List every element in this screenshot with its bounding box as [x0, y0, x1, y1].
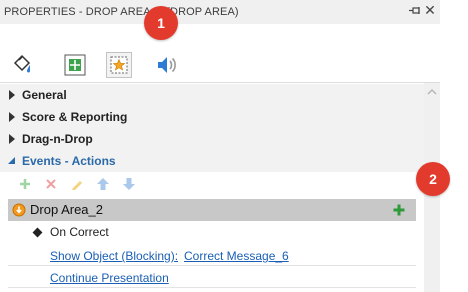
panel-titlebar: PROPERTIES - DROP AREA_2 (DROP AREA) ✕ [0, 0, 440, 24]
add-event-icon[interactable] [392, 203, 406, 217]
section-general[interactable]: General [0, 84, 424, 106]
diamond-bullet-icon [32, 227, 43, 238]
section-label: General [22, 88, 67, 102]
drop-area-icon [12, 203, 26, 217]
properties-toolbar [0, 24, 440, 82]
chevron-right-icon [9, 90, 15, 100]
move-down-icon[interactable] [122, 177, 136, 191]
edit-action-icon[interactable] [70, 177, 84, 191]
section-score-reporting[interactable]: Score & Reporting [0, 106, 424, 128]
chevron-down-icon [8, 157, 15, 164]
audio-icon[interactable] [154, 52, 180, 78]
action-row: Continue Presentation [8, 266, 416, 288]
section-events-actions[interactable]: Events - Actions [0, 150, 424, 172]
callout-badge-1: 1 [144, 6, 178, 40]
event-label: On Correct [50, 225, 109, 239]
action-link[interactable]: Show Object (Blocking): [50, 249, 178, 263]
chevron-right-icon [9, 134, 15, 144]
action-target-link[interactable]: Correct Message_6 [184, 249, 289, 263]
event-row[interactable]: On Correct [8, 221, 416, 243]
section-drag-n-drop[interactable]: Drag-n-Drop [0, 128, 424, 150]
drop-area-row[interactable]: Drop Area_2 [8, 199, 416, 221]
pin-icon[interactable] [408, 4, 422, 18]
properties-panel: PROPERTIES - DROP AREA_2 (DROP AREA) ✕ G… [0, 0, 440, 292]
add-action-icon[interactable] [18, 177, 32, 191]
section-label: Score & Reporting [22, 110, 128, 124]
action-row: Show Object (Blocking): Correct Message_… [8, 244, 416, 266]
section-label: Events - Actions [22, 154, 116, 168]
actions-toolbar [8, 172, 424, 198]
chevron-right-icon [9, 112, 15, 122]
section-label: Drag-n-Drop [22, 132, 93, 146]
fill-icon[interactable] [10, 51, 36, 77]
position-size-icon[interactable] [62, 52, 88, 78]
close-icon[interactable]: ✕ [423, 2, 437, 18]
drop-area-label: Drop Area_2 [30, 202, 103, 217]
panel-title: PROPERTIES - DROP AREA_2 (DROP AREA) [4, 6, 239, 18]
callout-badge-2: 2 [416, 162, 450, 196]
drop-area-properties-tab[interactable] [106, 52, 132, 78]
drop-area-properties-icon [110, 56, 128, 74]
delete-action-icon[interactable] [44, 177, 58, 191]
action-link[interactable]: Continue Presentation [50, 271, 169, 285]
toolbar-divider [0, 82, 440, 83]
scroll-up-icon[interactable] [426, 87, 438, 97]
move-up-icon[interactable] [96, 177, 110, 191]
